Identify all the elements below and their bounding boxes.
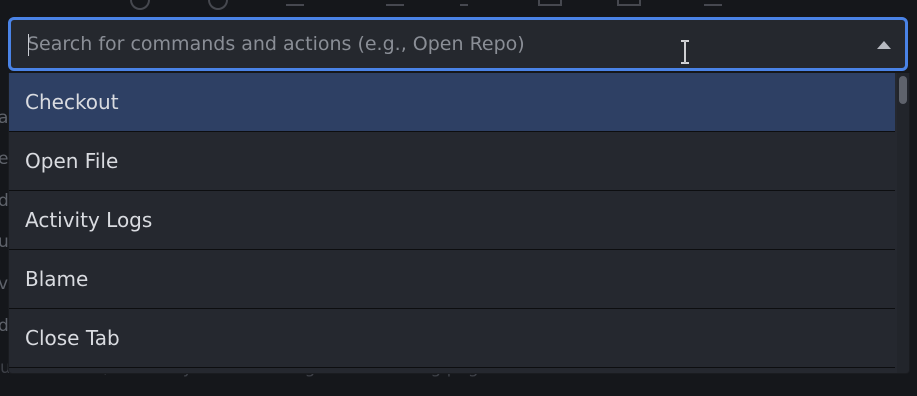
text-cursor-icon — [681, 40, 689, 64]
terminal-icon[interactable] — [704, 0, 722, 6]
command-item-open-file[interactable]: Open File — [9, 132, 895, 191]
branch-icon[interactable] — [460, 0, 468, 6]
scrollbar-thumb[interactable] — [899, 76, 907, 104]
pull-icon[interactable] — [286, 0, 304, 6]
scrollbar[interactable] — [897, 73, 909, 373]
stash-icon[interactable] — [538, 0, 562, 6]
push-icon[interactable] — [386, 0, 404, 6]
command-label: Close Tab — [25, 326, 120, 350]
history-icon[interactable] — [130, 0, 150, 10]
search-box[interactable] — [8, 17, 908, 71]
search-input[interactable] — [25, 20, 847, 68]
chevron-up-icon[interactable] — [877, 41, 891, 49]
command-label: Blame — [25, 267, 89, 291]
command-palette: Checkout Open File Activity Logs Blame C… — [8, 17, 910, 374]
refresh-icon[interactable] — [208, 0, 228, 10]
command-item-checkout[interactable]: Checkout — [9, 73, 895, 132]
pop-icon[interactable] — [617, 0, 641, 6]
command-item-close-tab[interactable]: Close Tab — [9, 309, 895, 368]
command-item-blame[interactable]: Blame — [9, 250, 895, 309]
app-window: a er di ue vs di uest rrees w/omhiousyNn… — [0, 0, 917, 396]
toolbar — [0, 0, 917, 10]
command-list: Checkout Open File Activity Logs Blame C… — [8, 73, 910, 374]
command-label: Activity Logs — [25, 208, 153, 232]
text-caret — [28, 34, 29, 56]
command-label: Open File — [25, 149, 119, 173]
command-label: Checkout — [25, 90, 119, 114]
command-item-activity-logs[interactable]: Activity Logs — [9, 191, 895, 250]
